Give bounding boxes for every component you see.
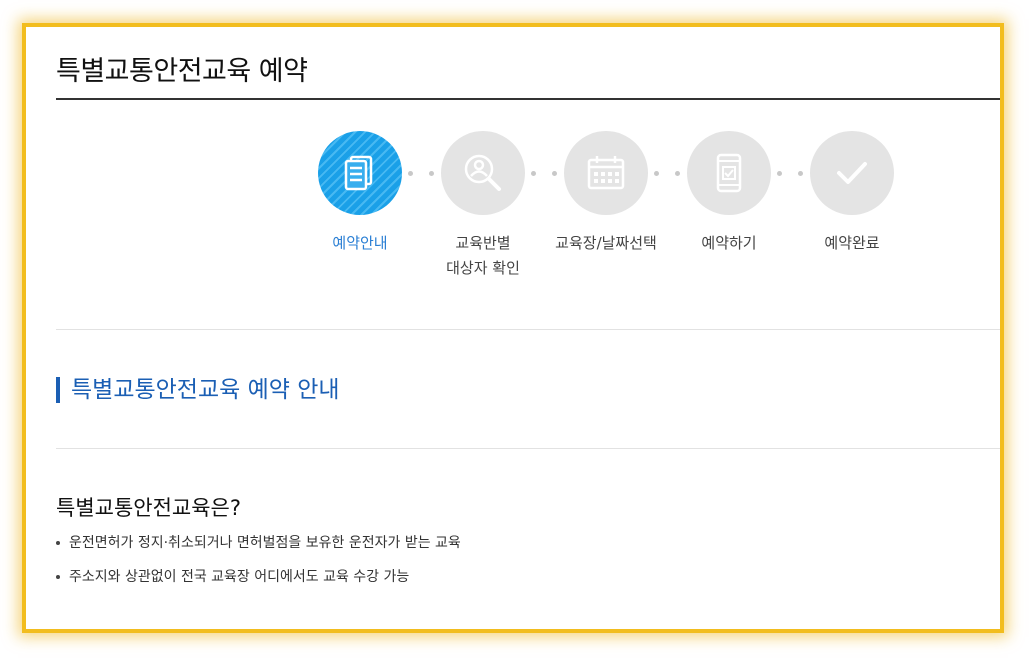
step-reservation-guide[interactable]: 예약안내 (290, 131, 430, 256)
section-title: 특별교통안전교육 예약 안내 (56, 377, 340, 403)
title-divider (56, 98, 1000, 100)
document-icon (344, 155, 373, 191)
step-circle (441, 131, 525, 215)
page-title: 특별교통안전교육 예약 (56, 56, 308, 87)
step-circle (564, 131, 648, 215)
step-label-line2: 대상자 확인 (446, 259, 520, 277)
step-label: 예약안내 (332, 234, 388, 252)
step-label-line1: 교육반별 (455, 234, 511, 252)
content-frame: 특별교통안전교육 예약 예약안내 교육반별 대상자 확인 교육장/날짜선택 예약… (22, 23, 1004, 633)
list-item: 주소지와 상관없이 전국 교육장 어디에서도 교육 수강 가능 (56, 567, 461, 587)
step-make-reservation[interactable]: 예약하기 (659, 131, 799, 256)
list-item: 운전면허가 정지·취소되거나 면허벌점을 보유한 운전자가 받는 교육 (56, 533, 461, 553)
progress-steps: 예약안내 교육반별 대상자 확인 교육장/날짜선택 예약하기 예약완료 (317, 131, 897, 291)
step-reservation-complete[interactable]: 예약완료 (782, 131, 922, 256)
step-label: 예약완료 (824, 234, 880, 252)
search-user-icon (464, 154, 501, 191)
step-circle (810, 131, 894, 215)
section-divider (56, 329, 1000, 330)
section-divider (56, 448, 1000, 449)
mobile-check-icon (716, 153, 742, 193)
info-list: 운전면허가 정지·취소되거나 면허벌점을 보유한 운전자가 받는 교육 주소지와… (56, 533, 461, 601)
calendar-icon (587, 156, 625, 190)
checkmark-icon (837, 162, 867, 184)
info-heading: 특별교통안전교육은? (56, 496, 242, 520)
step-circle (687, 131, 771, 215)
step-eligibility-check[interactable]: 교육반별 대상자 확인 (413, 131, 553, 281)
step-label: 예약하기 (701, 234, 757, 252)
step-circle (318, 131, 402, 215)
step-label: 교육장/날짜선택 (555, 234, 657, 252)
step-venue-date[interactable]: 교육장/날짜선택 (536, 131, 676, 256)
step-label: 교육반별 대상자 확인 (413, 231, 553, 281)
